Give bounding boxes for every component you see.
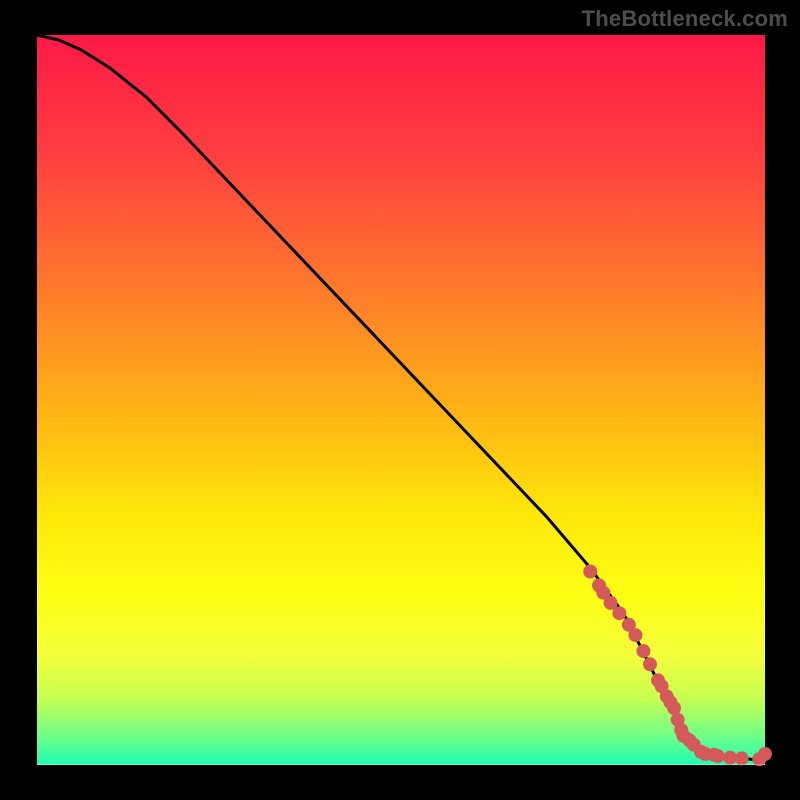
data-marker: [612, 606, 626, 620]
data-marker: [735, 751, 749, 765]
watermark-text: TheBottleneck.com: [582, 6, 788, 32]
plot-area: [35, 35, 765, 765]
data-marker: [758, 747, 772, 761]
bottleneck-curve: [37, 35, 765, 761]
data-marker: [643, 657, 657, 671]
data-marker: [711, 749, 725, 763]
data-marker: [628, 628, 642, 642]
data-marker: [583, 565, 597, 579]
data-marker: [636, 644, 650, 658]
chart-frame: TheBottleneck.com: [0, 0, 800, 800]
plot-overlay: [37, 35, 765, 765]
